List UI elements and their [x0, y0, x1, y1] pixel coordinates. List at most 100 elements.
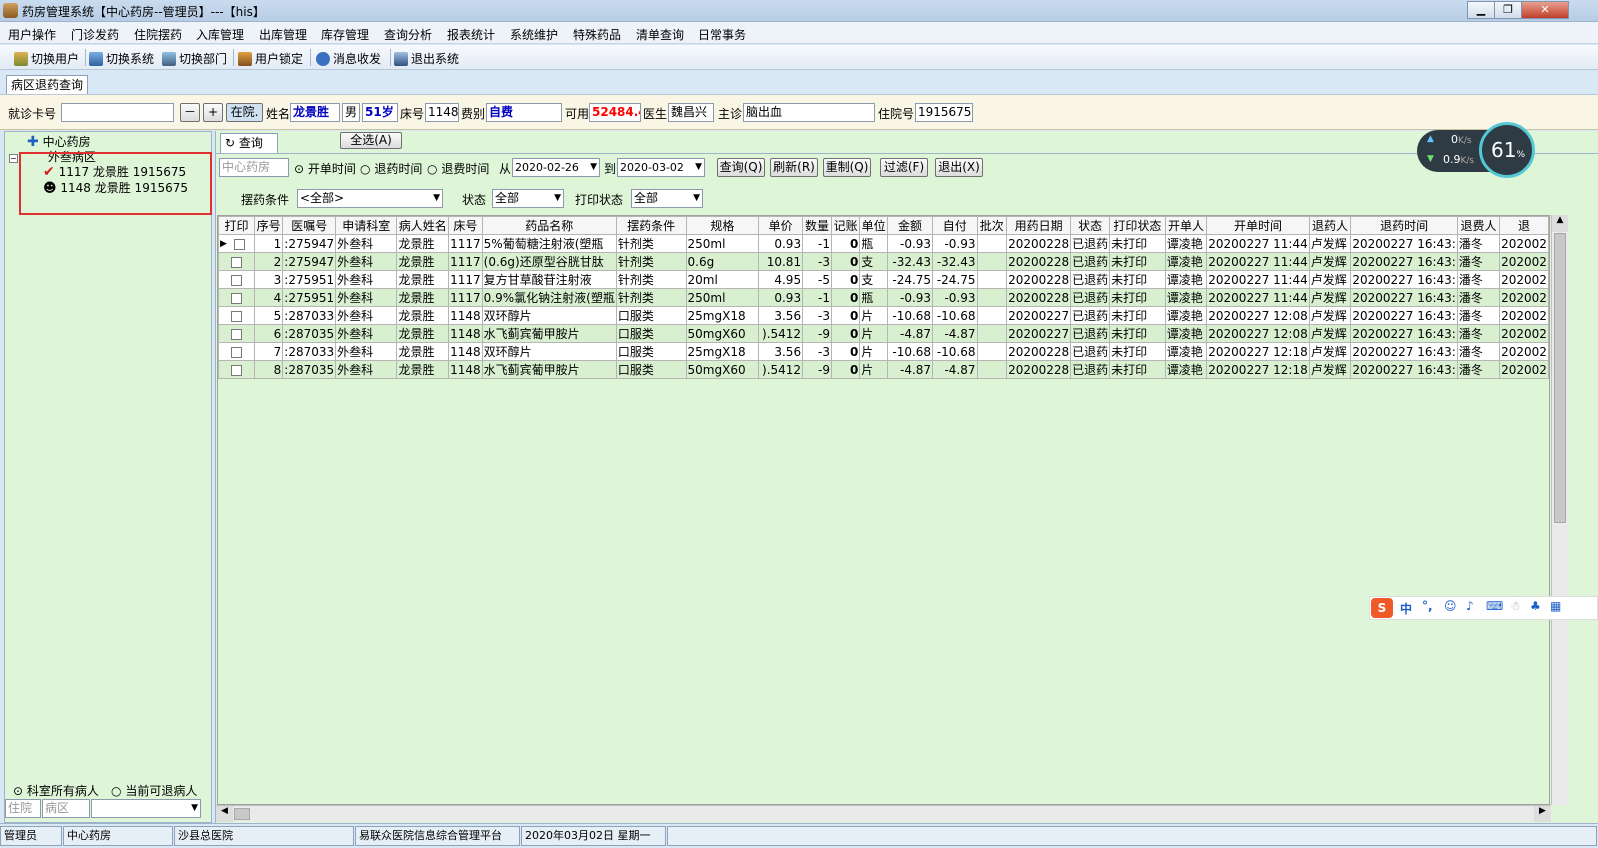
print-checkbox[interactable]: [231, 346, 242, 358]
print-checkbox[interactable]: [234, 238, 246, 250]
col-header-refunder[interactable]: 退费人: [1456, 216, 1501, 235]
col-header-print[interactable]: 打印: [218, 216, 256, 235]
table-row[interactable]: 3:275951 外叁科 龙景胜 1117 复方甘草酸苷注射液 针剂类 20ml 4.95 -5…: [218, 270, 1549, 289]
minimize-button[interactable]: ▁: [1467, 1, 1495, 19]
col-header-dispense-cond[interactable]: 摆药条件: [615, 216, 687, 235]
table-row[interactable]: 2:275947 外叁科 龙景胜 1117 (0.6g)还原型谷胱甘肽 针剂类 0.6g 10…: [218, 252, 1549, 271]
query-button[interactable]: 查询(Q): [717, 158, 765, 177]
col-header-price[interactable]: 单价: [758, 216, 804, 235]
scroll-thumb[interactable]: [1554, 233, 1566, 523]
menu-query[interactable]: 查询分析: [384, 26, 432, 43]
col-header-seq[interactable]: 序号: [254, 216, 284, 235]
menu-stock-in[interactable]: 入库管理: [196, 26, 244, 43]
table-row[interactable]: 6:287035 外叁科 龙景胜 1148 水飞蓟宾葡甲胺片 口服类 50mgX60).54…: [218, 324, 1549, 343]
radio-refund-time[interactable]: ○ 退费时间: [427, 160, 489, 177]
radio-order-time[interactable]: ⊙ 开单时间: [294, 160, 356, 177]
col-header-drug-name[interactable]: 药品名称: [481, 216, 617, 235]
user-icon[interactable]: ☃: [1510, 599, 1521, 613]
ime-punct[interactable]: °,: [1422, 599, 1433, 613]
menu-list[interactable]: 清单查询: [636, 26, 684, 43]
filter-button[interactable]: 过滤(F): [880, 158, 928, 177]
col-header-spec[interactable]: 规格: [685, 216, 760, 235]
lock-user-button[interactable]: 用户锁定: [238, 50, 303, 67]
col-header-return-time[interactable]: 退药时间: [1350, 216, 1458, 235]
inpatient-filter[interactable]: 住院: [5, 799, 41, 818]
table-row[interactable]: 4:275951 外叁科 龙景胜 1117 0.9%氯化钠注射液(塑瓶 针剂类 250ml 0…: [218, 288, 1549, 307]
cell-print[interactable]: [218, 306, 256, 325]
print-checkbox[interactable]: [231, 256, 242, 268]
plus-button[interactable]: +: [203, 103, 223, 122]
condition-select[interactable]: <全部> ▼: [297, 189, 443, 208]
print-checkbox[interactable]: [231, 292, 242, 304]
tab-query[interactable]: ↻ 查询: [220, 133, 278, 153]
state-select[interactable]: 全部 ▼: [492, 189, 564, 208]
print-checkbox[interactable]: [231, 364, 242, 376]
col-header-qty[interactable]: 数量: [802, 216, 833, 235]
table-row[interactable]: ▶ 1:275947 外叁科 龙景胜 1117 5%葡萄糖注射液(塑瓶 针剂类 250ml 0.…: [218, 234, 1549, 253]
radio-return-time[interactable]: ○ 退药时间: [360, 160, 422, 177]
close-button[interactable]: ✕: [1521, 1, 1569, 19]
col-header-print-state[interactable]: 打印状态: [1109, 216, 1166, 235]
message-button[interactable]: 消息收发: [316, 50, 381, 67]
col-header-state[interactable]: 状态: [1070, 216, 1111, 235]
col-header-batch[interactable]: 批次: [976, 216, 1008, 235]
sogou-logo-icon[interactable]: S: [1371, 598, 1393, 618]
exit-button[interactable]: 退出(X): [935, 158, 983, 177]
col-header-patient[interactable]: 病人姓名: [396, 216, 450, 235]
menu-stock-out[interactable]: 出库管理: [259, 26, 307, 43]
skin-icon[interactable]: ♣: [1530, 599, 1541, 613]
keyboard-icon[interactable]: ⌨: [1486, 599, 1503, 613]
cell-print[interactable]: [218, 324, 256, 343]
switch-dept-button[interactable]: 切换部门: [162, 50, 227, 67]
ward-filter[interactable]: 病区: [42, 799, 90, 818]
ward-select[interactable]: ▼: [91, 799, 201, 818]
menu-grid-icon[interactable]: ▦: [1550, 599, 1561, 613]
emoji-icon[interactable]: ☺: [1444, 599, 1457, 613]
print-checkbox[interactable]: [231, 328, 242, 340]
select-all-button[interactable]: 全选(A): [340, 132, 402, 149]
switch-user-button[interactable]: 切换用户: [14, 50, 79, 67]
menu-user-ops[interactable]: 用户操作: [8, 26, 56, 43]
cell-print[interactable]: [218, 342, 256, 361]
cell-print[interactable]: [218, 360, 256, 379]
to-date[interactable]: 2020-03-02 ▼: [617, 158, 705, 177]
scroll-up-icon[interactable]: ▲: [1552, 215, 1568, 232]
table-row[interactable]: 5:287033 外叁科 龙景胜 1148 双环醇片 口服类 25mgX18 3.56 -3 0 片…: [218, 306, 1549, 325]
col-header-bed[interactable]: 床号: [448, 216, 483, 235]
tab-ward-return-query[interactable]: 病区退药查询: [6, 75, 88, 95]
col-header-med-date[interactable]: 用药日期: [1006, 216, 1072, 235]
radio-returnable-patients[interactable]: ○ 当前可退病人: [111, 782, 197, 799]
cell-print[interactable]: [218, 288, 256, 307]
microphone-icon[interactable]: ♪: [1466, 599, 1474, 613]
print-state-select[interactable]: 全部 ▼: [631, 189, 703, 208]
menu-system[interactable]: 系统维护: [510, 26, 558, 43]
scroll-right-icon[interactable]: ▶: [1534, 806, 1551, 822]
col-header-order-time[interactable]: 开单时间: [1206, 216, 1310, 235]
menu-special[interactable]: 特殊药品: [573, 26, 621, 43]
status-button[interactable]: 在院.: [226, 103, 263, 122]
col-header-unit[interactable]: 单位: [859, 216, 888, 235]
col-header-amount[interactable]: 金额: [886, 216, 934, 235]
cell-print[interactable]: [218, 252, 256, 271]
horizontal-scrollbar[interactable]: ◀ ▶: [216, 805, 1551, 822]
menu-outpatient[interactable]: 门诊发药: [71, 26, 119, 43]
hscroll-thumb[interactable]: [234, 808, 250, 820]
card-number-input[interactable]: [61, 103, 174, 122]
col-header-self-pay[interactable]: 自付: [932, 216, 978, 235]
table-row[interactable]: 7:287033 外叁科 龙景胜 1148 双环醇片 口服类 25mgX18 3.56 -3 0 片…: [218, 342, 1549, 361]
cell-print[interactable]: ▶: [218, 234, 256, 253]
exit-system-button[interactable]: 退出系统: [394, 50, 459, 67]
scroll-left-icon[interactable]: ◀: [216, 806, 233, 822]
menu-report[interactable]: 报表统计: [447, 26, 495, 43]
print-checkbox[interactable]: [231, 310, 242, 322]
ime-lang[interactable]: 中: [1400, 600, 1412, 617]
menu-inpatient[interactable]: 住院摆药: [134, 26, 182, 43]
restore-button[interactable]: ❐: [1494, 1, 1522, 19]
pharmacy-field[interactable]: 中心药房: [219, 158, 289, 177]
col-header-returner[interactable]: 退药人: [1308, 216, 1352, 235]
col-header-issuer[interactable]: 开单人: [1164, 216, 1208, 235]
switch-system-button[interactable]: 切换系统: [89, 50, 154, 67]
reset-button[interactable]: 重制(Q): [823, 158, 871, 177]
col-header-extra[interactable]: 退: [1499, 216, 1549, 235]
table-row[interactable]: 8:287035 外叁科 龙景胜 1148 水飞蓟宾葡甲胺片 口服类 50mgX60).54…: [218, 360, 1549, 379]
